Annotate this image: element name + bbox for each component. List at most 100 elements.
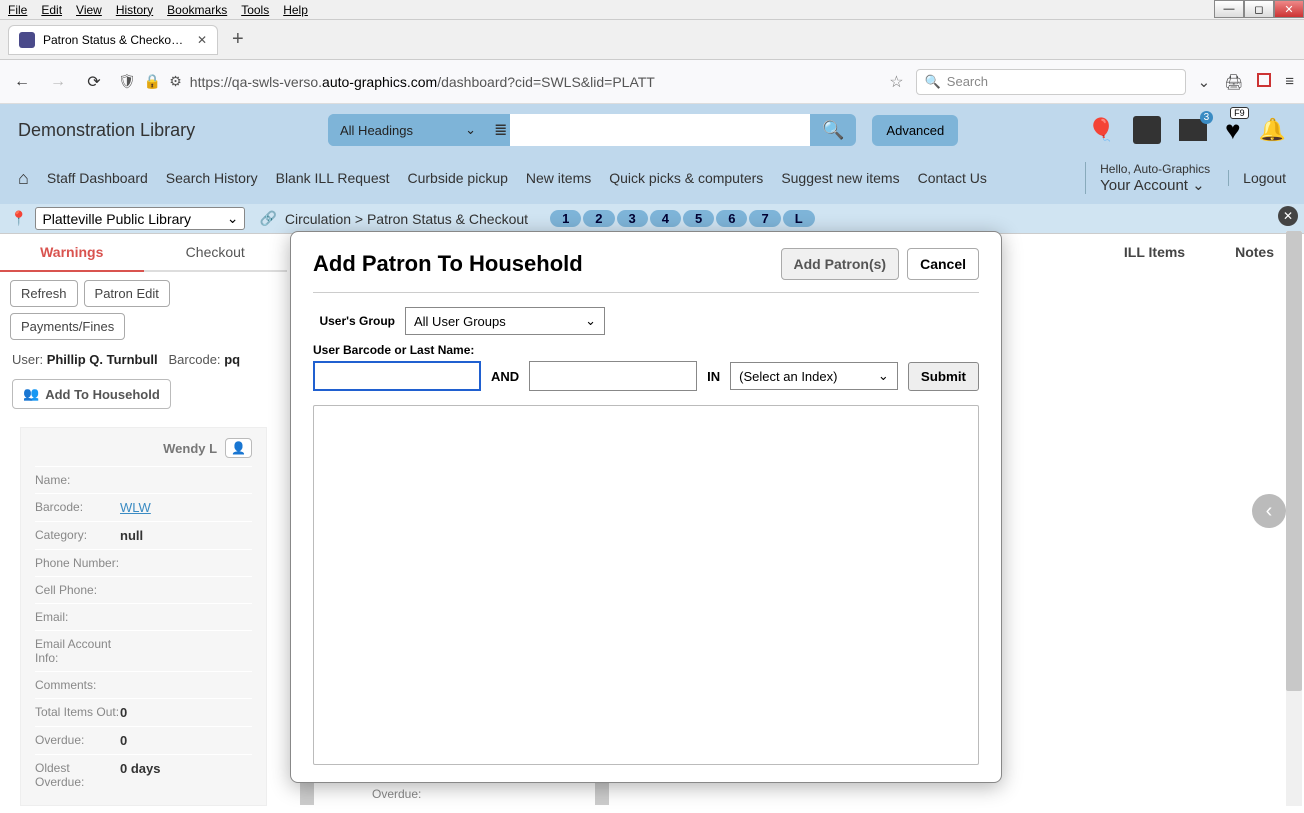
chevron-down-icon: ⌄ [1192,177,1205,194]
hello-text: Hello, Auto-Graphics [1100,162,1210,176]
breadcrumb-row: 📍 Platteville Public Library⌄ 🔗 Circulat… [0,204,1304,233]
field-label: Email: [35,610,120,624]
member-detail-icon[interactable]: 👤 [225,438,252,458]
menu-file[interactable]: File [8,3,27,17]
tab-warnings[interactable]: Warnings [0,234,144,272]
modal-title: Add Patron To Household [313,251,773,277]
session-pill[interactable]: 6 [716,210,747,227]
secondary-search-input[interactable] [529,361,697,391]
library-select[interactable]: Platteville Public Library⌄ [35,207,245,230]
session-pill[interactable]: 5 [683,210,714,227]
favicon-icon [19,32,35,48]
extension-icon[interactable] [1257,73,1271,87]
barcode-lastname-input[interactable] [313,361,481,391]
chevron-down-icon: ⌄ [227,210,239,227]
lock-icon: 🔒 [144,73,161,90]
field-label: Barcode: [35,500,120,515]
forward-button[interactable]: → [46,73,70,91]
headings-select[interactable]: All Headings⌄ [328,114,488,146]
field-label: Total Items Out: [35,705,120,720]
in-label: IN [707,369,720,384]
pocket-icon[interactable]: ⌄ [1198,73,1211,91]
add-to-household-button[interactable]: 👥 Add To Household [12,379,171,409]
session-pill[interactable]: 7 [749,210,780,227]
menu-view[interactable]: View [76,3,102,17]
tab-notes[interactable]: Notes [1235,244,1274,260]
session-pill[interactable]: 1 [550,210,581,227]
field-label: Category: [35,528,120,543]
bookmark-star-icon[interactable]: ☆ [889,72,903,92]
nav-search-history[interactable]: Search History [166,170,258,186]
search-icon[interactable]: 🔍 [810,120,856,141]
barcode-link[interactable]: WLW [120,500,151,515]
advanced-search-button[interactable]: Advanced [872,115,958,146]
window-controls: — ◻ ✕ [1214,0,1304,18]
browser-search-input[interactable]: 🔍 Search [916,69,1186,95]
new-tab-button[interactable]: + [226,28,250,51]
field-label: Name: [35,473,120,487]
nav-blank-ill[interactable]: Blank ILL Request [276,170,390,186]
print-icon[interactable]: 🖨 [1224,73,1243,91]
index-select[interactable]: (Select an Index)⌄ [730,362,898,390]
page-scrollbar[interactable] [1286,231,1302,806]
nav-quick-picks[interactable]: Quick picks & computers [609,170,763,186]
menu-edit[interactable]: Edit [41,3,62,17]
close-tab-icon[interactable]: ✕ [197,33,207,47]
menu-help[interactable]: Help [283,3,308,17]
browser-tab[interactable]: Patron Status & Checkout | SWL ✕ [8,25,218,55]
refresh-button[interactable]: Refresh [10,280,78,307]
minimize-button[interactable]: — [1214,0,1244,18]
session-pill[interactable]: 2 [583,210,614,227]
browser-urlbar: ← → ⟳ 🛡 🔒 ⚙ https://qa-swls-verso.auto-g… [0,60,1304,104]
account-menu[interactable]: Hello, Auto-Graphics Your Account ⌄ [1085,162,1210,194]
session-pill[interactable]: 3 [617,210,648,227]
payments-fines-button[interactable]: Payments/Fines [10,313,125,340]
nav-contact[interactable]: Contact Us [918,170,987,186]
field-label: Comments: [35,678,120,692]
nav-new-items[interactable]: New items [526,170,591,186]
url-input[interactable]: 🛡 🔒 ⚙ https://qa-swls-verso.auto-graphic… [118,73,877,90]
menu-history[interactable]: History [116,3,153,17]
cancel-button[interactable]: Cancel [907,248,979,280]
field-label: Cell Phone: [35,583,120,597]
logout-link[interactable]: Logout [1228,170,1286,186]
home-icon[interactable]: ⌂ [18,168,29,189]
field-label: Email Account Info: [35,637,120,665]
balloon-icon[interactable]: 🎈 [1088,117,1115,143]
search-placeholder: Search [947,74,988,89]
add-patron-modal: Add Patron To Household Add Patron(s) Ca… [290,231,1002,783]
tab-ill-items[interactable]: ILL Items [1124,244,1185,260]
maximize-button[interactable]: ◻ [1244,0,1274,18]
nav-suggest[interactable]: Suggest new items [781,170,899,186]
submit-button[interactable]: Submit [908,362,979,391]
session-pill[interactable]: L [783,210,815,227]
nav-staff-dashboard[interactable]: Staff Dashboard [47,170,148,186]
catalog-search-input[interactable] [510,114,810,146]
notifications-icon[interactable]: 🔔 [1259,117,1286,143]
session-pill[interactable]: 4 [650,210,681,227]
close-window-button[interactable]: ✕ [1274,0,1304,18]
film-icon[interactable] [1133,116,1161,144]
users-group-select[interactable]: All User Groups⌄ [405,307,605,335]
favorites-icon[interactable]: ♥F9 [1225,115,1240,146]
close-session-icon[interactable]: ✕ [1278,206,1298,226]
pin-icon: 📍 [10,210,27,227]
nav-curbside[interactable]: Curbside pickup [408,170,508,186]
breadcrumb: Circulation > Patron Status & Checkout [285,211,528,227]
hamburger-icon[interactable]: ≡ [1285,73,1294,91]
reload-button[interactable]: ⟳ [82,72,106,92]
chevron-down-icon: ⌄ [585,313,596,329]
tab-checkout[interactable]: Checkout [144,234,288,272]
menu-tools[interactable]: Tools [241,3,269,17]
field-label: Oldest Overdue: [35,761,120,789]
menu-bookmarks[interactable]: Bookmarks [167,3,227,17]
patron-edit-button[interactable]: Patron Edit [84,280,170,307]
collapse-chevron-icon[interactable]: ‹ [1252,494,1286,528]
permissions-icon: ⚙ [169,73,182,90]
add-patrons-button[interactable]: Add Patron(s) [781,248,900,280]
brand-title: Demonstration Library [18,120,308,141]
back-button[interactable]: ← [10,73,34,91]
news-icon[interactable]: 3 [1179,119,1207,141]
person-plus-icon: 👥 [23,386,39,402]
database-icon[interactable]: ≣ [494,120,510,140]
